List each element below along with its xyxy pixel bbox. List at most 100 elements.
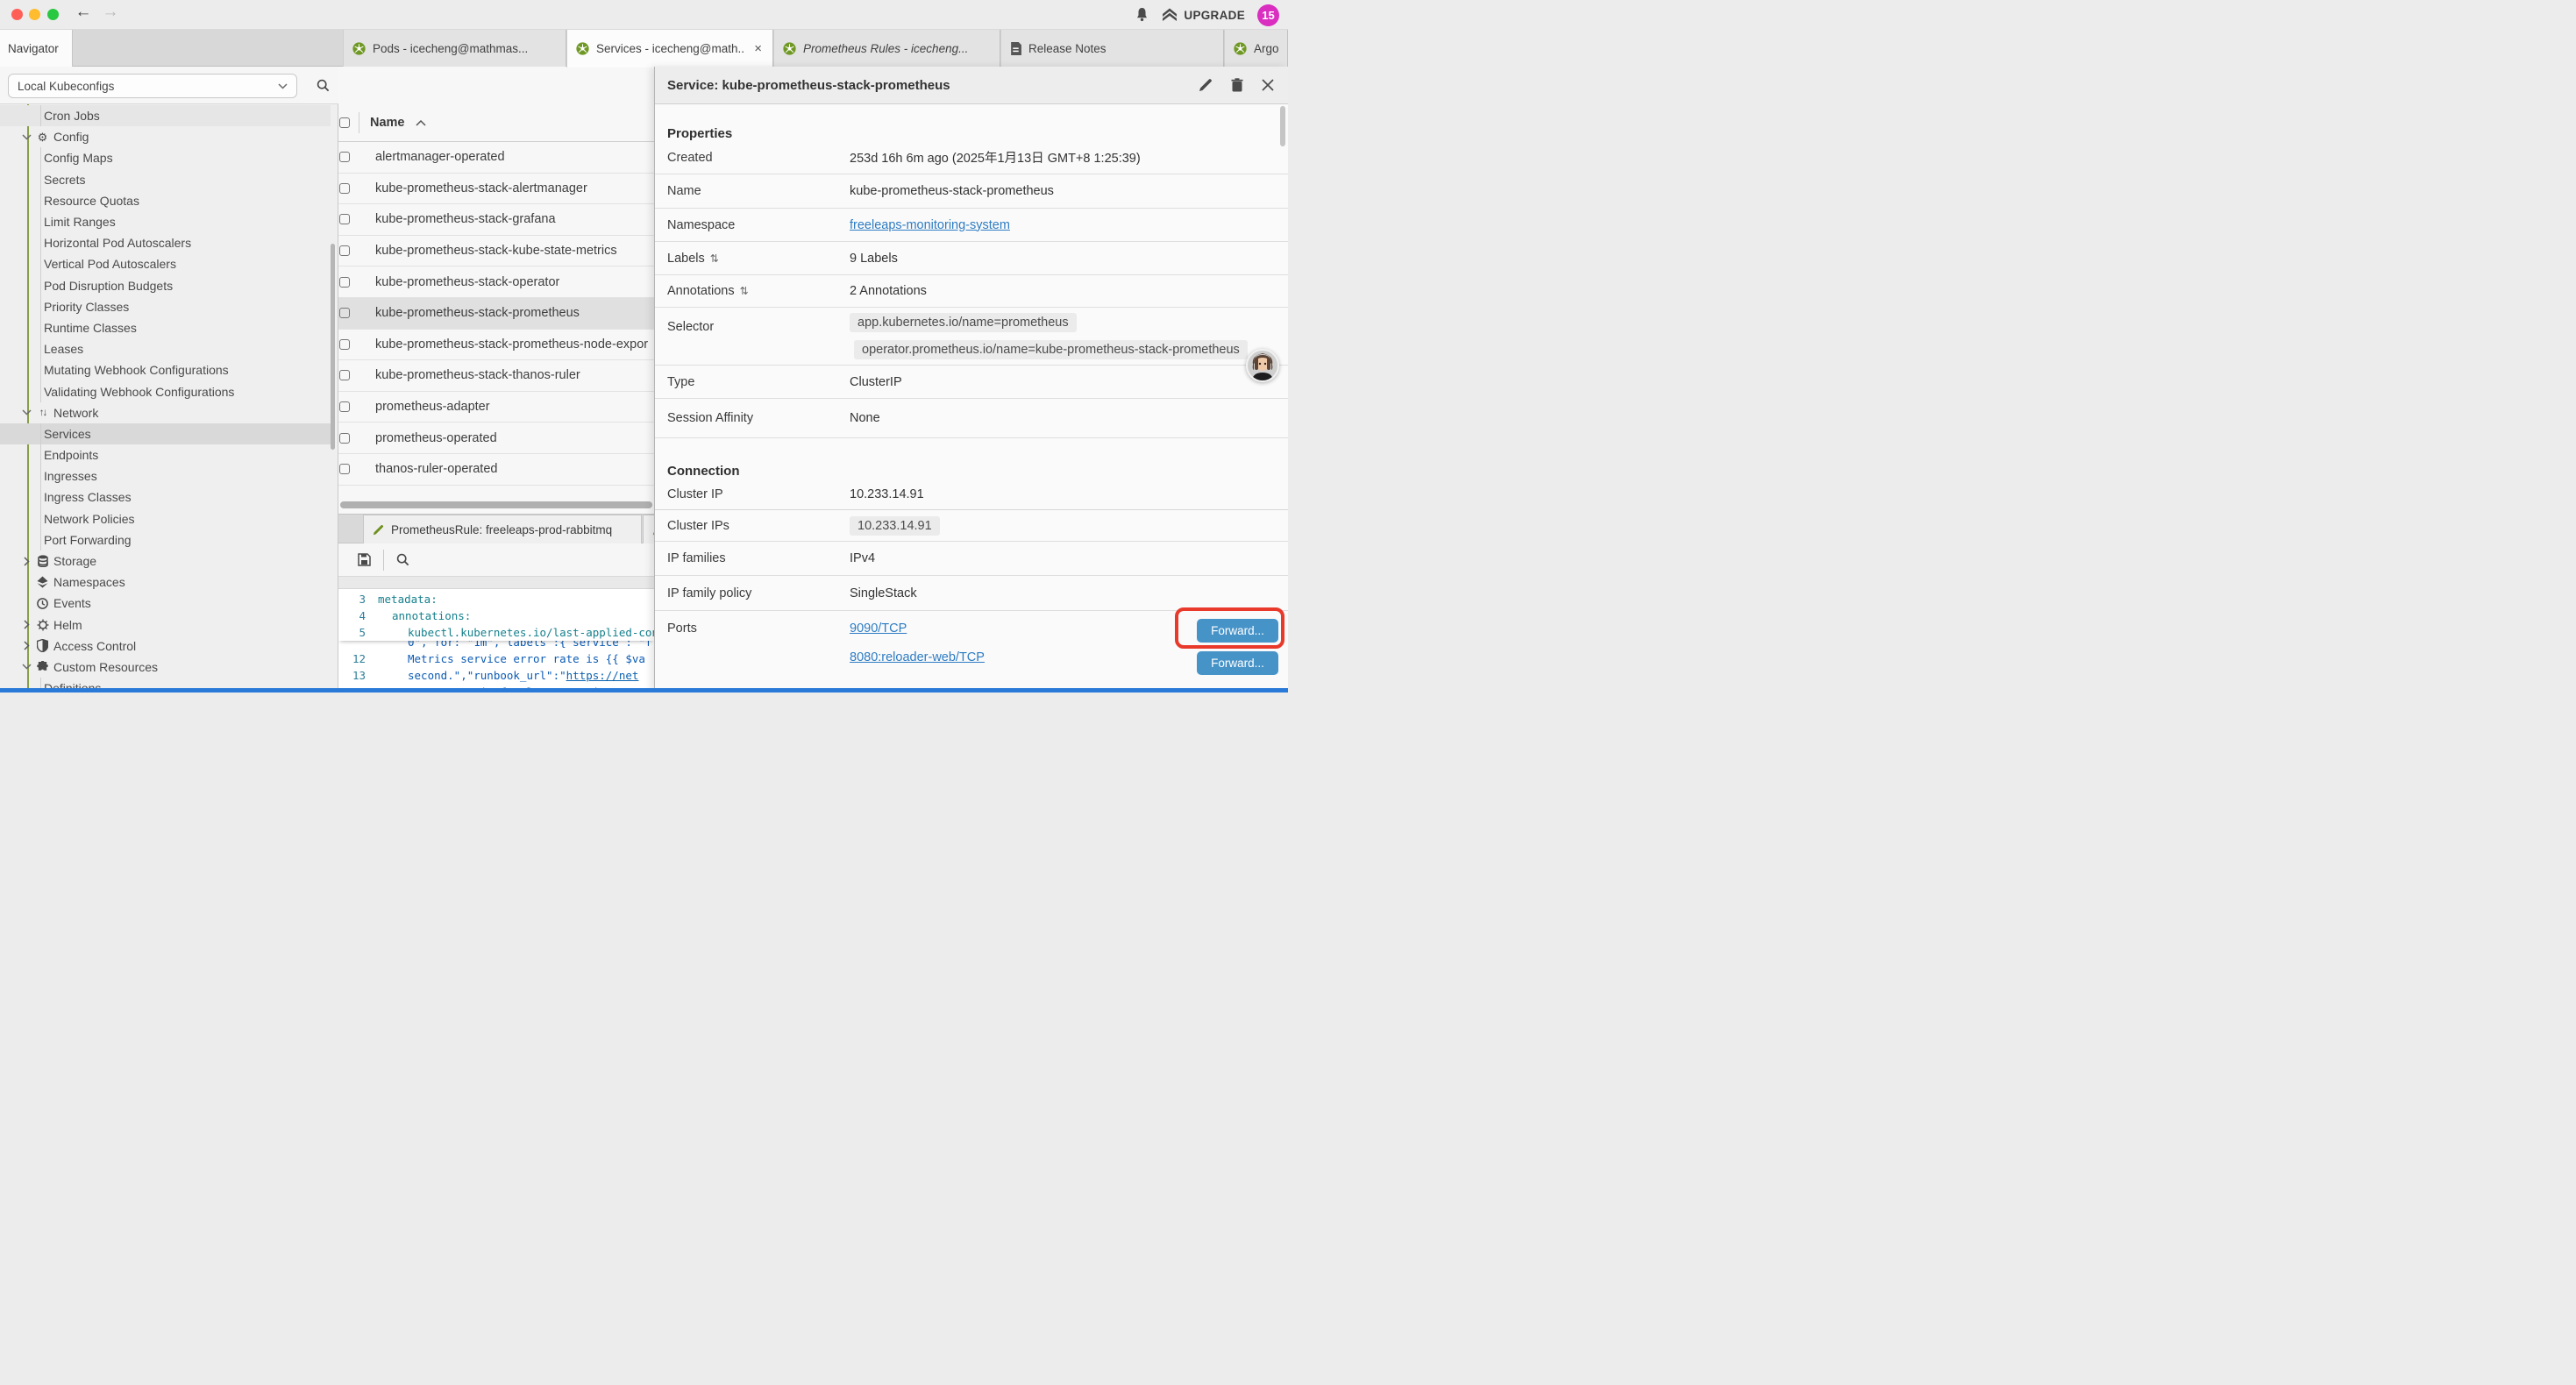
forward-button-8080[interactable]: Forward... — [1197, 651, 1278, 675]
table-row[interactable]: kube-prometheus-stack-prometheus — [338, 298, 654, 330]
editor-tab-prometheusrule[interactable]: PrometheusRule: freeleaps-prod-rabbitmq — [363, 515, 642, 543]
table-row[interactable]: kube-prometheus-stack-operator — [338, 266, 654, 298]
table-row[interactable]: kube-prometheus-stack-alertmanager — [338, 174, 654, 205]
row-checkbox[interactable] — [339, 277, 350, 288]
select-all-checkbox[interactable] — [339, 117, 350, 128]
row-checkbox[interactable] — [339, 370, 350, 380]
zoom-window-button[interactable] — [47, 9, 59, 20]
table-row[interactable]: alertmanager-operated — [338, 142, 654, 174]
chevron-down-icon[interactable] — [21, 664, 32, 670]
chevron-down-icon[interactable] — [21, 134, 32, 140]
row-checkbox[interactable] — [339, 401, 350, 412]
sidebar-item-services[interactable]: Services — [0, 423, 331, 444]
row-checkbox[interactable] — [339, 339, 350, 350]
service-name: kube-prometheus-stack-prometheus-node-ex… — [375, 337, 648, 352]
sidebar-item-namespaces[interactable]: Namespaces — [0, 572, 331, 593]
table-row[interactable]: kube-prometheus-stack-kube-state-metrics — [338, 236, 654, 267]
sidebar-item-limit-ranges[interactable]: Limit Ranges — [0, 211, 331, 232]
table-row[interactable]: thanos-ruler-operated — [338, 454, 654, 486]
close-window-button[interactable] — [11, 9, 23, 20]
sidebar-item-priority-classes[interactable]: Priority Classes — [0, 296, 331, 317]
sidebar-item-runtime-classes[interactable]: Runtime Classes — [0, 317, 331, 338]
details-scrollbar[interactable] — [1280, 106, 1285, 146]
row-checkbox[interactable] — [339, 308, 350, 318]
edit-pencil-icon[interactable] — [1199, 78, 1213, 92]
editor-search-icon[interactable] — [396, 553, 409, 566]
sidebar-item-ingresses[interactable]: Ingresses — [0, 465, 331, 487]
back-button[interactable]: ← — [74, 3, 93, 22]
sidebar-item-leases[interactable]: Leases — [0, 338, 331, 359]
row-checkbox[interactable] — [339, 183, 350, 194]
row-checkbox[interactable] — [339, 433, 350, 444]
table-row[interactable]: prometheus-operated — [338, 423, 654, 454]
app-window: ← → UPGRADE 15 Navigator Pods - icecheng… — [0, 0, 1288, 692]
row-checkbox[interactable] — [339, 152, 350, 162]
sidebar-item-horizontal-pod-autoscalers[interactable]: Horizontal Pod Autoscalers — [0, 232, 331, 253]
sidebar-item-network[interactable]: ↑↓Network — [0, 402, 331, 423]
sidebar-item-custom-resources[interactable]: Custom Resources — [0, 657, 331, 678]
main-tab-5[interactable]: Argo Se — [1224, 30, 1288, 67]
tab-label: Pods - icecheng@mathmas... — [373, 42, 557, 55]
sidebar-item-endpoints[interactable]: Endpoints — [0, 444, 331, 465]
sort-ascending-icon[interactable] — [416, 120, 426, 126]
sidebar-item-label: Resource Quotas — [44, 194, 139, 208]
code-link[interactable]: https://net — [566, 669, 639, 682]
sidebar-item-resource-quotas[interactable]: Resource Quotas — [0, 190, 331, 211]
gears-icon: ⚙ — [36, 131, 49, 143]
main-tab-2[interactable]: Services - icecheng@math...× — [566, 30, 773, 67]
table-row[interactable]: prometheus-adapter — [338, 392, 654, 423]
sidebar-item-pod-disruption-budgets[interactable]: Pod Disruption Budgets — [0, 275, 331, 296]
sidebar-item-vertical-pod-autoscalers[interactable]: Vertical Pod Autoscalers — [0, 253, 331, 274]
sidebar-item-secrets[interactable]: Secrets — [0, 169, 331, 190]
sidebar-item-access-control[interactable]: Access Control — [0, 636, 331, 657]
forward-button[interactable]: → — [101, 3, 120, 22]
row-checkbox[interactable] — [339, 245, 350, 256]
navigator-search-icon[interactable] — [317, 79, 330, 92]
sidebar-item-events[interactable]: Events — [0, 593, 331, 614]
main-tab-4[interactable]: Release Notes — [1000, 30, 1224, 67]
close-tab-icon[interactable]: × — [752, 41, 764, 56]
sidebar-item-config[interactable]: ⚙Config — [0, 126, 331, 147]
navigator-panel-tab[interactable]: Navigator — [0, 30, 73, 67]
sidebar-item-storage[interactable]: Storage — [0, 550, 331, 572]
row-checkbox[interactable] — [339, 214, 350, 224]
document-icon — [1010, 42, 1021, 55]
name-column-header[interactable]: Name — [370, 116, 405, 130]
services-horizontal-scrollbar[interactable] — [340, 501, 652, 508]
editor-tab-label: PrometheusRule: freeleaps-prod-rabbitmq — [391, 523, 612, 536]
notification-count-badge[interactable]: 15 — [1257, 4, 1279, 26]
sidebar-item-port-forwarding[interactable]: Port Forwarding — [0, 529, 331, 550]
navigator-scrollbar[interactable] — [331, 244, 335, 450]
assistant-avatar[interactable] — [1246, 349, 1279, 382]
delete-trash-icon[interactable] — [1231, 78, 1243, 92]
editor-tab-partial[interactable] — [643, 515, 654, 543]
row-checkbox[interactable] — [339, 464, 350, 474]
main-tab-1[interactable]: Pods - icecheng@mathmas... — [343, 30, 566, 67]
k8s-icon — [352, 42, 366, 55]
sidebar-item-helm[interactable]: Helm — [0, 614, 331, 636]
yaml-editor[interactable]: 3metadata:4annotations:5kubectl.kubernet… — [338, 589, 654, 692]
sidebar-item-label: Ingresses — [44, 469, 97, 483]
save-icon[interactable] — [358, 553, 371, 566]
sidebar-item-cron-jobs[interactable]: Cron Jobs — [0, 105, 331, 126]
main-tab-strip: Navigator Pods - icecheng@mathmas... Serv… — [0, 30, 1288, 67]
minimize-window-button[interactable] — [29, 9, 40, 20]
table-row[interactable]: kube-prometheus-stack-grafana — [338, 204, 654, 236]
sidebar-item-ingress-classes[interactable]: Ingress Classes — [0, 487, 331, 508]
chevron-right-icon[interactable] — [21, 641, 32, 650]
sidebar-item-config-maps[interactable]: Config Maps — [0, 147, 331, 168]
table-row[interactable]: kube-prometheus-stack-prometheus-node-ex… — [338, 330, 654, 361]
table-row[interactable]: kube-prometheus-stack-thanos-ruler — [338, 360, 654, 392]
sidebar-item-label: Vertical Pod Autoscalers — [44, 257, 176, 271]
main-tab-3[interactable]: Prometheus Rules - icecheng... — [773, 30, 1000, 67]
close-icon[interactable] — [1262, 79, 1274, 91]
sidebar-item-validating-webhook-configurations[interactable]: Validating Webhook Configurations — [0, 380, 331, 401]
chevron-right-icon[interactable] — [21, 620, 32, 629]
sidebar-item-network-policies[interactable]: Network Policies — [0, 508, 331, 529]
chevron-right-icon[interactable] — [21, 557, 32, 566]
chevron-down-icon[interactable] — [21, 409, 32, 416]
sidebar-item-mutating-webhook-configurations[interactable]: Mutating Webhook Configurations — [0, 359, 331, 380]
upgrade-button[interactable]: UPGRADE — [1162, 8, 1245, 22]
kubeconfig-selector[interactable]: Local Kubeconfigs — [8, 74, 297, 98]
notification-bell-icon[interactable] — [1135, 7, 1149, 23]
